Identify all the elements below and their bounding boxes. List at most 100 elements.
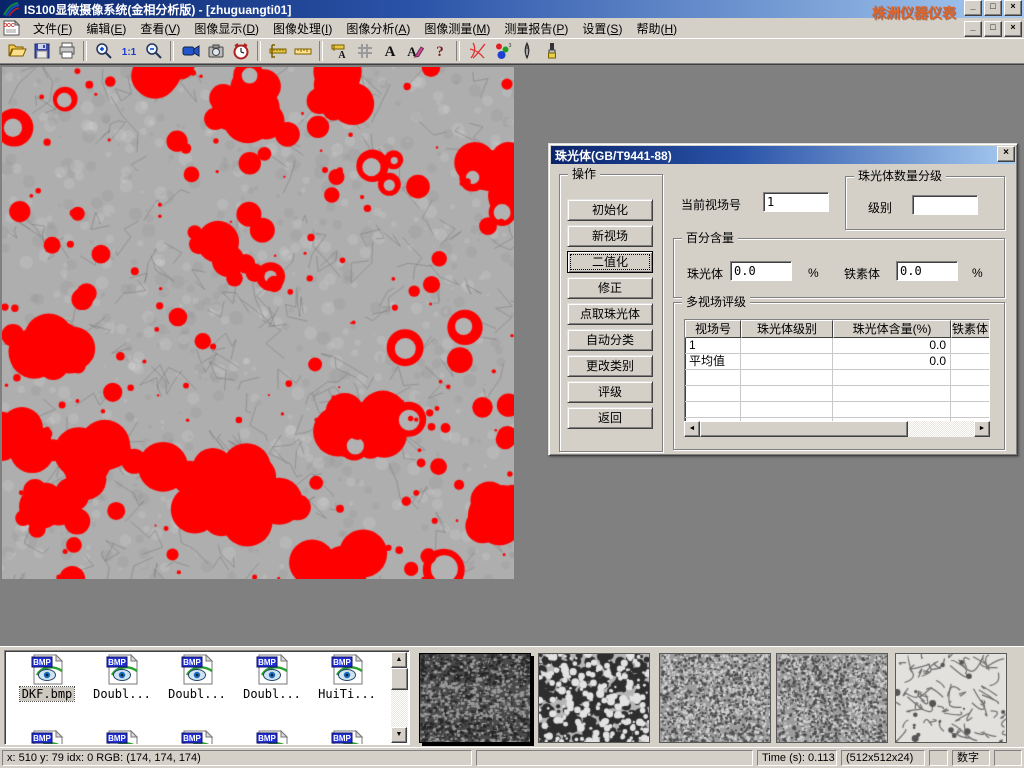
- thumbnail-1[interactable]: [419, 653, 531, 743]
- toolbar-curve-tool-button[interactable]: [464, 40, 489, 62]
- thumbnail-3[interactable]: [659, 653, 771, 743]
- file-list[interactable]: ▲ ▼ BMPDKF.bmpBMPDoubl...BMPDoubl...BMPD…: [4, 650, 410, 745]
- dialog-close-button[interactable]: ×: [997, 146, 1015, 162]
- scrollbar-track[interactable]: [700, 421, 974, 437]
- menu-item-2[interactable]: 查看(V): [133, 18, 187, 39]
- toolbar-zoom-in-button[interactable]: [91, 40, 116, 62]
- toolbar-pen-button[interactable]: [514, 40, 539, 62]
- table-row-2[interactable]: [685, 370, 989, 386]
- table-cell: [741, 370, 833, 385]
- menu-item-0[interactable]: 文件(F): [26, 18, 79, 39]
- grade-input[interactable]: [912, 195, 978, 215]
- mdi-child-controls: _ □ ×: [964, 21, 1022, 37]
- table-header-3[interactable]: 铁素体含量(%): [951, 320, 990, 338]
- op-button-0[interactable]: 初始化: [567, 199, 653, 221]
- child-close-button[interactable]: ×: [1004, 21, 1022, 37]
- toolbar-zoom-out-button[interactable]: [141, 40, 166, 62]
- file-item-partial-1[interactable]: BMP: [86, 730, 158, 745]
- current-field-input[interactable]: [763, 192, 829, 212]
- child-minimize-button[interactable]: _: [964, 21, 982, 37]
- menu-item-5[interactable]: 图像分析(A): [339, 18, 417, 39]
- menu-item-1[interactable]: 编辑(E): [79, 18, 133, 39]
- toolbar-grid-button[interactable]: [352, 40, 377, 62]
- zoom-in-icon: [94, 41, 114, 61]
- file-item-partial-0[interactable]: BMP: [11, 730, 83, 745]
- op-button-6[interactable]: 更改类别: [567, 355, 653, 377]
- file-item-Doubl...[interactable]: BMPDoubl...: [86, 654, 158, 701]
- binarized-metallograph-image[interactable]: [2, 67, 514, 579]
- menu-item-4[interactable]: 图像处理(I): [266, 18, 339, 39]
- menu-item-7[interactable]: 测量报告(P): [497, 18, 575, 39]
- menu-item-8[interactable]: 设置(S): [575, 18, 629, 39]
- table-hscrollbar[interactable]: ◄ ►: [684, 421, 990, 437]
- file-item-partial-3[interactable]: BMP: [236, 730, 308, 745]
- toolbar-snapshot-button[interactable]: [203, 40, 228, 62]
- file-item-partial-4[interactable]: BMP: [311, 730, 383, 745]
- menu-item-3[interactable]: 图像显示(D): [187, 18, 266, 39]
- svg-text:BMP: BMP: [258, 658, 276, 667]
- toolbar-caliper-button[interactable]: [265, 40, 290, 62]
- toolbar-separator: [319, 41, 323, 61]
- table-row-1[interactable]: 平均值0.0: [685, 354, 989, 370]
- close-button[interactable]: ×: [1004, 0, 1022, 16]
- minimize-button[interactable]: _: [964, 0, 982, 16]
- file-item-partial-2[interactable]: BMP: [161, 730, 233, 745]
- toolbar-actual-size-button[interactable]: 1:1: [116, 40, 141, 62]
- op-button-7[interactable]: 评级: [567, 381, 653, 403]
- toolbar-ruler-button[interactable]: [290, 40, 315, 62]
- op-button-2[interactable]: 二值化: [567, 251, 653, 273]
- file-list-scrollbar[interactable]: ▲ ▼: [391, 652, 408, 743]
- child-restore-button[interactable]: □: [984, 21, 1002, 37]
- toolbar-phase-balls-button[interactable]: 3: [489, 40, 514, 62]
- table-header-1[interactable]: 珠光体级别: [741, 320, 833, 338]
- multifield-group: 多视场评级 视场号珠光体级别珠光体含量(%)铁素体含量(%)10.0平均值0.0…: [673, 302, 1005, 450]
- file-label: Doubl...: [166, 687, 228, 701]
- scroll-up-arrow-icon[interactable]: ▲: [391, 652, 407, 668]
- toolbar-help-button[interactable]: ?: [427, 40, 452, 62]
- toolbar-annotate-button[interactable]: A: [402, 40, 427, 62]
- table-row-3[interactable]: [685, 386, 989, 402]
- scrollbar-thumb[interactable]: [700, 421, 908, 437]
- bmp-file-icon: BMP: [106, 730, 139, 745]
- dialog-title-bar[interactable]: 珠光体(GB/T9441-88): [551, 146, 1015, 164]
- table-header-2[interactable]: 珠光体含量(%): [833, 320, 951, 338]
- document-icon[interactable]: DOC: [3, 20, 20, 36]
- toolbar-video-camera-button[interactable]: [178, 40, 203, 62]
- op-button-4[interactable]: 点取珠光体: [567, 303, 653, 325]
- toolbar-save-button[interactable]: [29, 40, 54, 62]
- toolbar-text-button[interactable]: A: [377, 40, 402, 62]
- scroll-left-arrow-icon[interactable]: ◄: [684, 421, 700, 437]
- status-empty-1: [476, 750, 753, 766]
- scroll-down-arrow-icon[interactable]: ▼: [391, 727, 407, 743]
- ferrite-percent-input[interactable]: [896, 261, 958, 281]
- file-item-HuiTi...[interactable]: BMPHuiTi...: [311, 654, 383, 701]
- file-panel: ▲ ▼ BMPDKF.bmpBMPDoubl...BMPDoubl...BMPD…: [0, 646, 1024, 747]
- op-button-5[interactable]: 自动分类: [567, 329, 653, 351]
- toolbar-print-button[interactable]: [54, 40, 79, 62]
- svg-text:A: A: [384, 44, 395, 60]
- thumbnail-4[interactable]: [776, 653, 888, 743]
- pearlite-percent-input[interactable]: [730, 261, 792, 281]
- op-button-3[interactable]: 修正: [567, 277, 653, 299]
- maximize-button[interactable]: □: [984, 0, 1002, 16]
- scroll-right-arrow-icon[interactable]: ►: [974, 421, 990, 437]
- thumbnail-5[interactable]: [895, 653, 1007, 743]
- file-scrollbar-thumb[interactable]: [391, 668, 408, 690]
- toolbar-timer-button[interactable]: [228, 40, 253, 62]
- file-item-DKF.bmp[interactable]: BMPDKF.bmp: [11, 654, 83, 701]
- menu-item-9[interactable]: 帮助(H): [629, 18, 684, 39]
- toolbar-brush-button[interactable]: [539, 40, 564, 62]
- op-button-1[interactable]: 新视场: [567, 225, 653, 247]
- table-row-4[interactable]: [685, 402, 989, 418]
- bmp-file-icon: BMP: [106, 654, 139, 685]
- toolbar-open-button[interactable]: [4, 40, 29, 62]
- table-header-0[interactable]: 视场号: [685, 320, 741, 338]
- file-item-Doubl...[interactable]: BMPDoubl...: [161, 654, 233, 701]
- timer-icon: [231, 41, 251, 61]
- file-item-Doubl...[interactable]: BMPDoubl...: [236, 654, 308, 701]
- op-button-8[interactable]: 返回: [567, 407, 653, 429]
- thumbnail-2[interactable]: [538, 653, 650, 743]
- menu-item-6[interactable]: 图像测量(M): [417, 18, 497, 39]
- toolbar-measure-label-button[interactable]: A: [327, 40, 352, 62]
- table-row-0[interactable]: 10.0: [685, 338, 989, 354]
